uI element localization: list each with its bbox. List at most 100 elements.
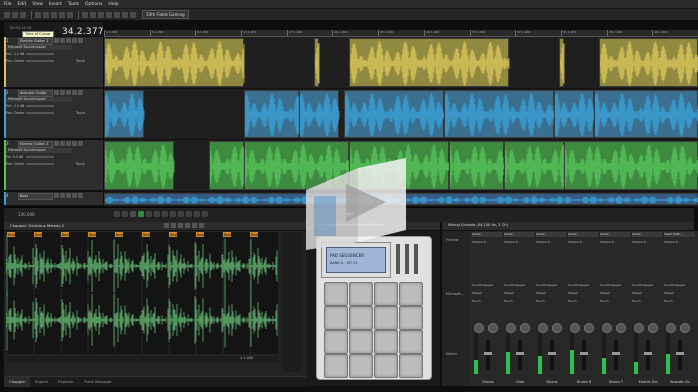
- strip-fx[interactable]: VEGAS Tr...: [632, 240, 648, 244]
- fader-cap[interactable]: [644, 352, 652, 355]
- fader-cap[interactable]: [516, 352, 524, 355]
- drum-pad[interactable]: [349, 330, 373, 354]
- previous-marker-icon[interactable]: [171, 223, 176, 228]
- pan-knob-icon[interactable]: [602, 323, 612, 333]
- track-fx-icon[interactable]: [60, 38, 65, 43]
- pan-knob-icon[interactable]: [666, 323, 676, 333]
- gain-knob-icon[interactable]: [616, 323, 626, 333]
- arm-record-icon[interactable]: [54, 90, 59, 95]
- drum-pad[interactable]: [374, 306, 398, 330]
- track-fx-icon[interactable]: [60, 141, 65, 146]
- pause-icon[interactable]: [146, 211, 152, 217]
- track-name-field[interactable]: Electric Guitar 1: [18, 38, 53, 45]
- mute-icon[interactable]: [72, 90, 77, 95]
- track-automation-mode[interactable]: Touch: [76, 111, 85, 115]
- pan-knob-icon[interactable]: [538, 323, 548, 333]
- volume-fader[interactable]: [548, 340, 556, 370]
- drum-pad[interactable]: [374, 354, 398, 378]
- menu-help[interactable]: Help: [108, 2, 118, 7]
- drum-pad[interactable]: [324, 354, 348, 378]
- volume-fader[interactable]: [676, 340, 684, 370]
- undo-icon[interactable]: [59, 11, 65, 18]
- paste-icon[interactable]: [51, 11, 57, 18]
- track-header[interactable]: 1 Electric Guitar 1 Microsoft Soundmapper V…: [4, 37, 103, 88]
- gain-knob-icon[interactable]: [680, 323, 690, 333]
- audio-event[interactable]: [559, 38, 565, 87]
- drum-pad[interactable]: [324, 330, 348, 354]
- solo-icon[interactable]: [78, 141, 83, 146]
- record-icon[interactable]: [114, 211, 120, 217]
- open-icon[interactable]: [12, 11, 18, 18]
- strip-name[interactable]: Drums H: [568, 380, 600, 384]
- track-header[interactable]: 2 Acoustic Guitar Microsoft Soundmapper Vol…: [4, 89, 103, 139]
- chopper-waveform[interactable]: Beat Beat Beat Beat Beat Beat Beat Beat Beat Beat: [6, 232, 278, 354]
- pan-knob-icon[interactable]: [634, 323, 644, 333]
- audio-event[interactable]: [299, 90, 340, 138]
- track-fx-icon[interactable]: [60, 193, 65, 198]
- tab-project[interactable]: Project: [30, 377, 53, 387]
- track-lane[interactable]: [104, 89, 698, 140]
- snap-mode-select[interactable]: 50th Fields Gaming: [142, 10, 189, 19]
- fader-cap[interactable]: [484, 352, 492, 355]
- audio-event[interactable]: [209, 141, 245, 190]
- track-lane[interactable]: [104, 37, 698, 89]
- pan-knob-icon[interactable]: [474, 323, 484, 333]
- drum-pad[interactable]: [324, 282, 348, 306]
- track-volume-slider[interactable]: [26, 156, 54, 158]
- strip-fx[interactable]: VEGAS Tr...: [664, 240, 680, 244]
- drum-pad[interactable]: [349, 306, 373, 330]
- audio-event[interactable]: [504, 141, 565, 190]
- drum-pad[interactable]: [374, 282, 398, 306]
- solo-icon[interactable]: [78, 90, 83, 95]
- auto-ripple-icon[interactable]: [122, 11, 128, 18]
- go-to-start-icon[interactable]: [162, 211, 168, 217]
- punch-icon[interactable]: [202, 211, 208, 217]
- strip-header[interactable]: Audio: [568, 232, 599, 237]
- audio-event[interactable]: [104, 141, 175, 190]
- solo-icon[interactable]: [78, 193, 83, 198]
- cut-icon[interactable]: [35, 11, 41, 18]
- arm-record-icon[interactable]: [54, 38, 59, 43]
- strip-fx[interactable]: VEGAS Tr...: [472, 240, 488, 244]
- track-pan-slider[interactable]: [26, 163, 54, 165]
- audio-event[interactable]: [554, 90, 595, 138]
- gain-knob-icon[interactable]: [584, 323, 594, 333]
- strip-name[interactable]: Acoustic Gu: [664, 380, 696, 384]
- audio-event[interactable]: [599, 38, 698, 87]
- track-output-device[interactable]: Microsoft Soundmapper: [6, 45, 72, 50]
- timeline-ruler[interactable]: 1.1.000 5.1.000 9.1.000 13.1.000 17.1.000 21.…: [104, 30, 698, 37]
- strip-fx[interactable]: VEGAS Tr...: [504, 240, 520, 244]
- strip-fx[interactable]: VEGAS Tr...: [600, 240, 616, 244]
- tab-track-manager[interactable]: Track Manager: [79, 377, 117, 387]
- insert-event-icon[interactable]: [164, 223, 169, 228]
- strip-route[interactable]: Soundmapper: [600, 283, 621, 287]
- strip-header[interactable]: Audio: [632, 232, 663, 237]
- audio-event[interactable]: [104, 90, 145, 138]
- audio-event[interactable]: [344, 90, 445, 138]
- strip-mode[interactable]: Touch: [568, 299, 577, 303]
- zoom-tool-icon[interactable]: [106, 11, 112, 18]
- volume-fader[interactable]: [580, 340, 588, 370]
- automation-icon[interactable]: [66, 90, 71, 95]
- zoom-out-icon[interactable]: [192, 223, 197, 228]
- track-volume-slider[interactable]: [26, 53, 54, 55]
- snap-icon[interactable]: [114, 11, 120, 18]
- track-automation-mode[interactable]: Touch: [76, 162, 85, 166]
- mute-icon[interactable]: [72, 193, 77, 198]
- strip-mode[interactable]: Touch: [536, 299, 545, 303]
- pan-knob-icon[interactable]: [570, 323, 580, 333]
- pan-knob-icon[interactable]: [506, 323, 516, 333]
- track-volume-slider[interactable]: [26, 105, 54, 107]
- drum-pad[interactable]: [399, 306, 423, 330]
- zoom-in-icon[interactable]: [185, 223, 190, 228]
- strip-header[interactable]: Audio: [472, 232, 503, 237]
- audio-event[interactable]: [564, 141, 698, 190]
- drum-pad[interactable]: [374, 330, 398, 354]
- prev-frame-icon[interactable]: [178, 211, 184, 217]
- volume-fader[interactable]: [612, 340, 620, 370]
- menu-view[interactable]: View: [32, 2, 43, 7]
- strip-name[interactable]: Electric Gui: [632, 380, 664, 384]
- metronome-icon[interactable]: [194, 211, 200, 217]
- menu-file[interactable]: File: [4, 2, 12, 7]
- strip-route[interactable]: Soundmapper: [536, 283, 557, 287]
